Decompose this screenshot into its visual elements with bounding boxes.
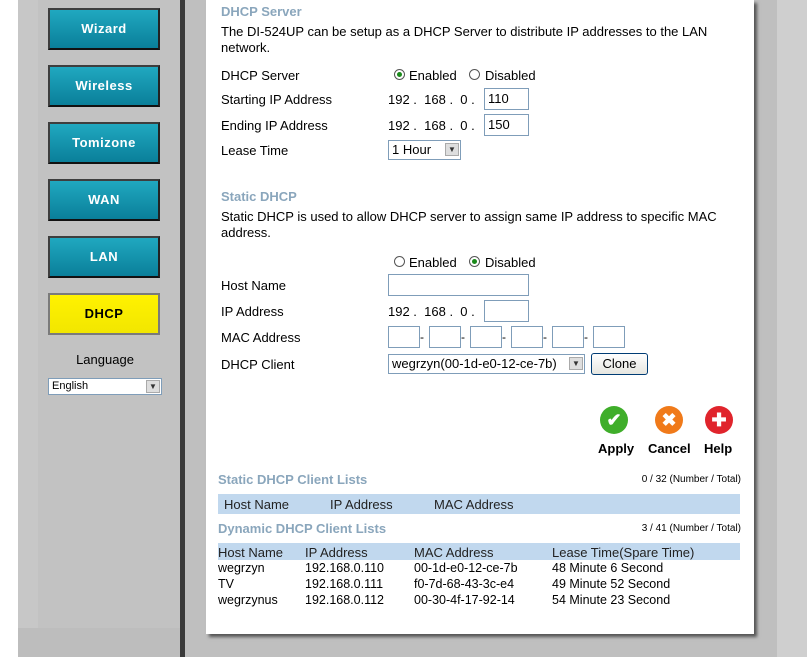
static-list-title: Static DHCP Client Lists [218,472,368,487]
mac-separator: - [543,330,547,344]
nav-wan-button[interactable]: WAN [48,179,160,221]
help-button[interactable]: Help [704,441,732,456]
mac-separator: - [584,330,588,344]
cancel-x-icon[interactable]: ✖ [655,406,683,434]
cancel-button[interactable]: Cancel [648,441,691,456]
dhcp-server-description: The DI-524UP can be setup as a DHCP Serv… [221,24,708,55]
static-ip-label: IP Address [221,304,284,319]
row-mac: f0-7d-68-43-3c-e4 [414,577,515,591]
chevron-down-icon[interactable]: ▼ [569,357,583,370]
chevron-down-icon[interactable]: ▼ [445,143,459,156]
starting-ip-label: Starting IP Address [221,92,333,107]
static-header-ip: IP Address [330,497,393,512]
row-host: TV [218,577,234,591]
dynamic-list-count: 3 / 41 (Number / Total) [641,523,741,534]
row-lease: 54 Minute 23 Second [552,593,671,607]
dynamic-header-lease: Lease Time(Spare Time) [552,545,695,560]
right-margin [777,0,807,657]
dynamic-header-mac: MAC Address [414,545,494,560]
static-ip-prefix: 192 . 168 . 0 . [388,304,475,319]
mac-separator: - [420,330,424,344]
dhcp-client-select[interactable]: wegrzyn(00-1d-e0-12-ce-7b) ▼ [388,354,585,374]
static-disabled-label: Disabled [485,255,536,270]
row-ip: 192.168.0.111 [305,577,384,591]
mac-octet-1-input[interactable] [388,326,420,348]
dhcp-enabled-label: Enabled [409,68,457,83]
static-dhcp-description: Static DHCP is used to allow DHCP server… [221,209,717,240]
starting-ip-input[interactable]: 110 [484,88,529,110]
dhcp-disabled-label: Disabled [485,68,536,83]
dhcp-disabled-radio[interactable] [469,69,480,80]
language-label: Language [76,352,134,367]
dhcp-server-label: DHCP Server [221,68,300,83]
row-ip: 192.168.0.110 [305,561,385,575]
row-host: wegrzyn [218,561,265,575]
help-plus-icon[interactable]: ✚ [705,406,733,434]
mac-octet-6-input[interactable] [593,326,625,348]
static-header-mac: MAC Address [434,497,514,512]
host-name-input[interactable] [388,274,529,296]
dhcp-server-title: DHCP Server [221,4,302,19]
sidebar-panel-footer [18,628,180,657]
nav-dhcp-button[interactable]: DHCP [48,293,160,335]
mac-octet-4-input[interactable] [511,326,543,348]
nav-wireless-button[interactable]: Wireless [48,65,160,107]
dhcp-client-label: DHCP Client [221,357,295,372]
chevron-down-icon[interactable]: ▼ [146,380,160,393]
ending-ip-label: Ending IP Address [221,118,328,133]
static-list-count: 0 / 32 (Number / Total) [641,474,741,485]
lease-time-label: Lease Time [221,143,289,158]
static-header-host: Host Name [224,497,290,512]
starting-ip-prefix: 192 . 168 . 0 . [388,92,475,107]
mac-octet-3-input[interactable] [470,326,502,348]
dynamic-list-title: Dynamic DHCP Client Lists [218,521,387,536]
mac-octet-5-input[interactable] [552,326,584,348]
dynamic-header-host: Host Name [218,545,284,560]
mac-separator: - [461,330,465,344]
static-ip-input[interactable] [484,300,529,322]
row-lease: 49 Minute 52 Second [552,577,671,591]
clone-button[interactable]: Clone [591,353,648,375]
static-disabled-radio[interactable] [469,256,480,267]
lease-time-select[interactable]: 1 Hour ▼ [388,140,461,160]
dhcp-client-value: wegrzyn(00-1d-e0-12-ce-7b) [392,356,557,371]
row-mac: 00-30-4f-17-92-14 [414,593,515,607]
host-name-label: Host Name [221,278,287,293]
nav-wizard-button[interactable]: Wizard [48,8,160,50]
mac-octet-2-input[interactable] [429,326,461,348]
static-dhcp-title: Static DHCP [221,189,297,204]
mac-address-label: MAC Address [221,330,301,345]
apply-button[interactable]: Apply [598,441,634,456]
nav-lan-button[interactable]: LAN [48,236,160,278]
language-select-value: English [52,380,89,392]
apply-check-icon[interactable]: ✔ [600,406,628,434]
row-lease: 48 Minute 6 Second [552,561,664,575]
ending-ip-input[interactable]: 150 [484,114,529,136]
lease-time-value: 1 Hour [392,142,432,157]
language-select[interactable]: English ▼ [48,378,162,395]
static-enabled-label: Enabled [409,255,457,270]
dynamic-header-ip: IP Address [305,545,368,560]
nav-tomizone-button[interactable]: Tomizone [48,122,160,164]
dhcp-enabled-radio[interactable] [394,69,405,80]
static-enabled-radio[interactable] [394,256,405,267]
row-host: wegrzynus [218,593,278,607]
ending-ip-prefix: 192 . 168 . 0 . [388,118,475,133]
row-mac: 00-1d-e0-12-ce-7b [414,561,518,575]
mac-separator: - [502,330,506,344]
row-ip: 192.168.0.112 [305,593,385,607]
